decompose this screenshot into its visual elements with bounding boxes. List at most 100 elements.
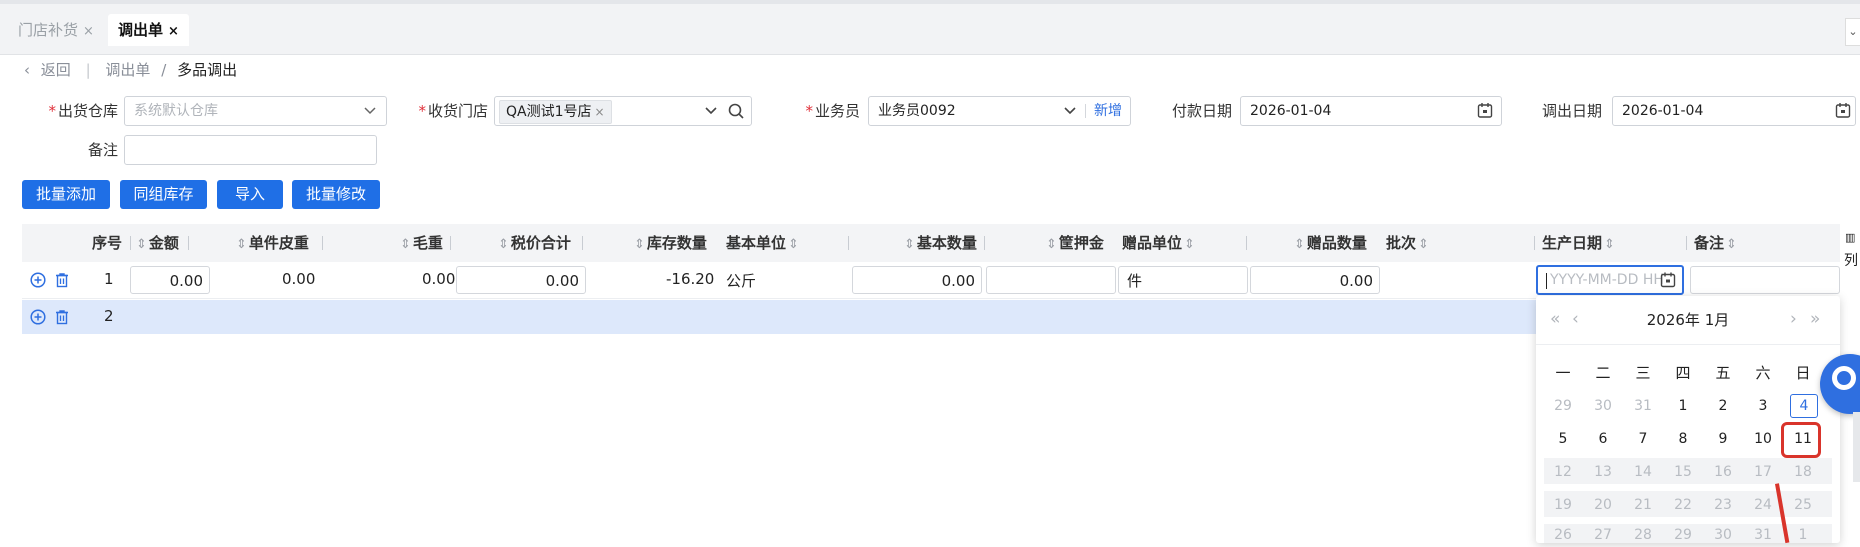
salesman-select[interactable]: 业务员0092 新增 (868, 96, 1131, 126)
calendar-day[interactable]: 3 (1748, 394, 1778, 418)
col-header-deposit[interactable]: ⇕ 筐押金 (1046, 224, 1104, 262)
back-link[interactable]: 返回 (41, 61, 71, 79)
trash-icon[interactable] (54, 272, 70, 288)
calendar-day[interactable]: 28 (1628, 523, 1658, 547)
receive-store-select[interactable]: QA测试1号店 × (494, 96, 752, 126)
chevron-down-icon[interactable] (1064, 97, 1076, 125)
weekday-label: 一 (1555, 364, 1571, 382)
next-month-button[interactable]: › (1790, 309, 1797, 329)
col-header-gift-unit[interactable]: 赠品单位 ⇕ (1122, 224, 1195, 262)
calendar-day[interactable]: 25 (1788, 493, 1818, 517)
back-chevron-icon[interactable]: ‹ (24, 61, 30, 79)
tax-total-input[interactable]: 0.00 (456, 266, 586, 294)
calendar-day[interactable]: 14 (1628, 460, 1658, 484)
remark-cell-input[interactable] (1690, 266, 1840, 294)
col-header-tax-total[interactable]: ⇕ 税价合计 (498, 224, 571, 262)
col-divider (848, 236, 849, 250)
calendar-day[interactable]: 31 (1748, 523, 1778, 547)
calendar-day[interactable]: 6 (1588, 427, 1618, 451)
calendar-day[interactable]: 9 (1708, 427, 1738, 451)
out-date-input[interactable]: 2026-01-04 (1612, 96, 1856, 126)
calendar-day[interactable]: 29 (1548, 394, 1578, 418)
batch-edit-button[interactable]: 批量修改 (292, 180, 380, 209)
calendar-day[interactable]: 29 (1668, 523, 1698, 547)
group-stock-button[interactable]: 同组库存 (120, 180, 207, 209)
side-scroll-strip[interactable] (1853, 412, 1860, 482)
weekday-label: 三 (1635, 364, 1651, 382)
add-salesman-link[interactable]: 新增 (1094, 97, 1122, 125)
calendar-day-today[interactable]: 4 (1790, 394, 1818, 418)
trash-icon[interactable] (54, 309, 70, 325)
calendar-day[interactable]: 13 (1588, 460, 1618, 484)
calendar-day[interactable]: 23 (1708, 493, 1738, 517)
col-header-gift-qty[interactable]: ⇕ 赠品数量 (1294, 224, 1367, 262)
batch-add-button[interactable]: 批量添加 (22, 180, 110, 209)
calendar-day[interactable]: 18 (1788, 460, 1818, 484)
text-caret (1546, 273, 1547, 289)
remark-input[interactable] (124, 135, 377, 165)
base-qty-input[interactable]: 0.00 (852, 266, 982, 294)
stock-value: -16.20 (666, 270, 715, 288)
search-icon[interactable] (727, 97, 745, 125)
calendar-day[interactable]: 22 (1668, 493, 1698, 517)
col-header-stock[interactable]: ⇕ 库存数量 (634, 224, 707, 262)
col-header-gross[interactable]: ⇕ 毛重 (400, 224, 443, 262)
import-button[interactable]: 导入 (217, 180, 283, 209)
col-header-production-date[interactable]: 生产日期 ⇕ (1542, 224, 1615, 262)
amount-input[interactable]: 0.00 (130, 266, 210, 294)
out-warehouse-select[interactable]: 系统默认仓库 (124, 96, 387, 126)
production-date-input[interactable]: YYYY-MM-DD HH (1536, 265, 1684, 295)
calendar-day[interactable]: 16 (1708, 460, 1738, 484)
calendar-day[interactable]: 5 (1548, 427, 1578, 451)
gift-unit-input[interactable]: 件 (1118, 266, 1248, 294)
breadcrumb-parent[interactable]: 调出单 (105, 61, 150, 79)
calendar-day[interactable]: 19 (1548, 493, 1578, 517)
col-header-amount[interactable]: ⇕ 金额 (136, 224, 179, 262)
calendar-day[interactable]: 30 (1588, 394, 1618, 418)
calendar-day[interactable]: 17 (1748, 460, 1778, 484)
next-year-button[interactable]: » (1810, 309, 1820, 329)
calendar-day[interactable]: 30 (1708, 523, 1738, 547)
calendar-day[interactable]: 21 (1628, 493, 1658, 517)
calendar-icon[interactable] (1835, 97, 1851, 125)
column-settings[interactable]: ▥ 列 (1842, 224, 1860, 279)
calendar-day[interactable]: 26 (1548, 523, 1578, 547)
deposit-input[interactable] (986, 266, 1116, 294)
calendar-icon[interactable] (1477, 97, 1493, 125)
tab-transfer-order[interactable]: 调出单 × (108, 14, 189, 46)
chevron-down-icon[interactable] (705, 97, 717, 125)
base-unit-value: 公斤 (726, 272, 757, 290)
col-header-base-unit[interactable]: 基本单位 ⇕ (726, 224, 799, 262)
add-circle-icon[interactable] (30, 309, 46, 325)
add-circle-icon[interactable] (30, 272, 46, 288)
col-header-remark[interactable]: 备注 ⇕ (1694, 224, 1737, 262)
tab-store-replenish[interactable]: 门店补货 × (8, 14, 104, 46)
pay-date-input[interactable]: 2026-01-04 (1240, 96, 1502, 126)
calendar-icon[interactable] (1660, 272, 1676, 292)
gift-qty-input[interactable]: 0.00 (1250, 266, 1380, 294)
calendar-day[interactable]: 2 (1708, 394, 1738, 418)
calendar-day[interactable]: 15 (1668, 460, 1698, 484)
breadcrumb: ‹ 返回 | 调出单 / 多品调出 (24, 59, 237, 81)
calendar-day[interactable]: 10 (1748, 427, 1778, 451)
calendar-day[interactable]: 1 (1668, 394, 1698, 418)
calendar-day[interactable]: 27 (1588, 523, 1618, 547)
calendar-day[interactable]: 1 (1788, 523, 1818, 547)
weekday-label: 六 (1755, 364, 1771, 382)
calendar-day[interactable]: 12 (1548, 460, 1578, 484)
col-header-batch[interactable]: 批次 ⇕ (1386, 224, 1429, 262)
calendar-day[interactable]: 8 (1668, 427, 1698, 451)
close-icon[interactable]: × (83, 24, 94, 39)
col-header-tare[interactable]: ⇕ 单件皮重 (236, 224, 309, 262)
col-divider (450, 236, 451, 250)
weekday-label: 五 (1715, 364, 1731, 382)
calendar-day[interactable]: 7 (1628, 427, 1658, 451)
calendar-day[interactable]: 24 (1748, 493, 1778, 517)
col-header-base-qty[interactable]: ⇕ 基本数量 (904, 224, 977, 262)
calendar-day[interactable]: 31 (1628, 394, 1658, 418)
close-icon[interactable]: × (595, 105, 605, 119)
chevron-down-icon[interactable]: ⌄ (1845, 18, 1860, 46)
calendar-day[interactable]: 20 (1588, 493, 1618, 517)
close-icon[interactable]: × (168, 24, 179, 39)
col-divider (1686, 236, 1687, 250)
